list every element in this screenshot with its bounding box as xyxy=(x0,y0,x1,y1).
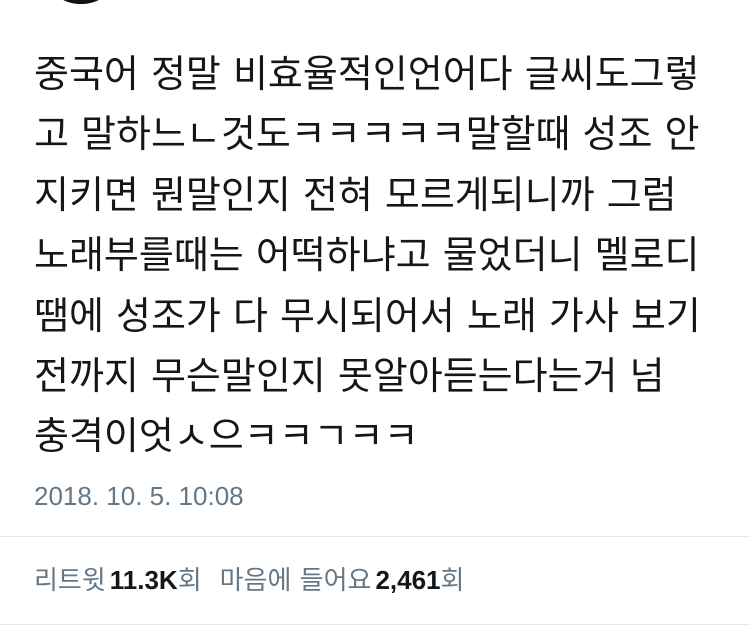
divider xyxy=(0,536,750,537)
tweet-text-line: 중국어 정말 비효율적인언어다 글씨도그렇 xyxy=(34,52,700,96)
avatar[interactable] xyxy=(50,0,112,4)
tweet-text-line: 땜에 성조가 다 무시되어서 노래 가사 보기 xyxy=(34,293,701,338)
tweet-text-line: 노래부를때는 어떡하냐고 물었더니 멜로디 xyxy=(34,233,700,278)
tweet-text-line: 충격이엇ㅅ으ㅋㅋㄱㅋㅋ xyxy=(34,414,419,459)
retweets-count: 11.3K xyxy=(109,565,178,595)
tweet-stats: 리트윗 11.3K회 마음에 들어요 2,461회 xyxy=(34,560,464,601)
tweet-text-line: 전까지 무슨말인지 못알아듣는다는거 넘 xyxy=(34,354,665,399)
retweets-stat[interactable]: 리트윗 11.3K회 xyxy=(34,560,202,601)
likes-count: 2,461 xyxy=(375,565,441,595)
tweet-text-line: 지키면 뭔말인지 전혀 모르게되니까 그럼 xyxy=(34,172,677,217)
tweet-timestamp[interactable]: 2018. 10. 5. 10:08 xyxy=(34,478,244,514)
divider xyxy=(0,624,750,625)
retweets-label: 리트윗 xyxy=(34,566,106,596)
likes-suffix: 회 xyxy=(440,566,465,596)
likes-label: 마음에 들어요 xyxy=(219,566,372,596)
retweets-suffix: 회 xyxy=(177,566,202,596)
tweet-text: 중국어 정말 비효율적인언어다 글씨도그렇 고 말하느ㄴ것도ㅋㅋㅋㅋㅋ말할때 성… xyxy=(34,44,724,467)
likes-stat[interactable]: 마음에 들어요 2,461회 xyxy=(220,560,465,601)
tweet-text-line: 고 말하느ㄴ것도ㅋㅋㅋㅋㅋ말할때 성조 안 xyxy=(34,112,700,157)
